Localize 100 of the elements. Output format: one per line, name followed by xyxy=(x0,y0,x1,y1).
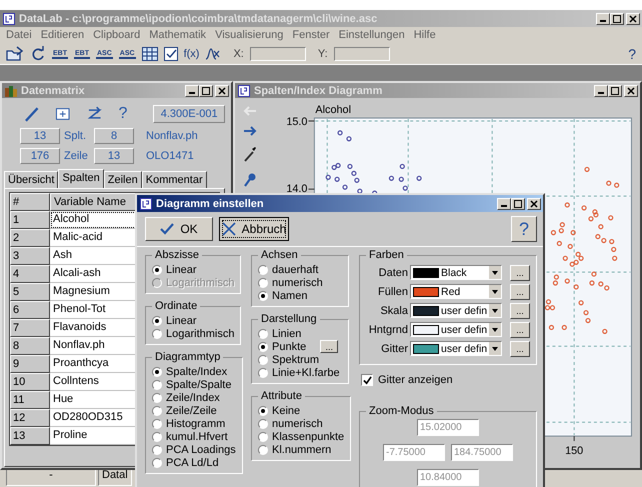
group-title: Ordinate xyxy=(154,300,198,312)
cancel-button[interactable]: Abbruch xyxy=(219,217,289,241)
radio-button[interactable] xyxy=(152,432,162,442)
menu-item[interactable]: Visualisierung xyxy=(215,29,284,42)
menu-item[interactable]: Hilfe xyxy=(414,29,436,42)
row-number-cell: 6 xyxy=(10,301,50,319)
color-dropdown[interactable]: user defin xyxy=(410,341,502,356)
color-label: Hntgrnd xyxy=(368,324,408,336)
radio-button[interactable] xyxy=(258,264,268,274)
options-button[interactable]: ... xyxy=(320,340,338,353)
forward-arrow-icon[interactable] xyxy=(242,126,257,136)
y-label: Y: xyxy=(318,48,328,60)
radio-button[interactable] xyxy=(258,328,268,338)
radio-button[interactable] xyxy=(258,368,268,378)
group-title: Achsen xyxy=(260,249,299,261)
row-number-cell: 4 xyxy=(10,265,50,283)
tab[interactable]: Kommentar xyxy=(142,171,207,188)
menu-item[interactable]: Datei xyxy=(6,29,32,42)
minimize-icon xyxy=(501,205,507,207)
app-icon xyxy=(238,84,250,96)
color-dropdown[interactable]: user defin xyxy=(410,322,502,337)
help-button[interactable]: ? xyxy=(511,216,537,242)
color-picker-button[interactable]: ... xyxy=(510,302,530,318)
image-icon[interactable] xyxy=(55,106,71,122)
color-picker-button[interactable]: ... xyxy=(510,264,530,280)
radio-button[interactable] xyxy=(152,418,162,428)
help-button[interactable]: ? xyxy=(118,105,128,123)
menu-item[interactable]: Fenster xyxy=(292,29,330,42)
radio-button[interactable] xyxy=(152,380,162,390)
index-field: 8 xyxy=(94,128,134,144)
dropdown-arrow-icon xyxy=(489,323,501,336)
row-number-cell: 11 xyxy=(10,391,50,409)
color-picker-button[interactable]: ... xyxy=(510,340,530,356)
radio-label: Spektrum xyxy=(272,354,320,366)
dropdown-arrow-icon xyxy=(489,304,501,317)
name-text: Nonflav.ph xyxy=(146,130,198,142)
maximize-icon xyxy=(611,86,619,94)
radio-button[interactable] xyxy=(258,290,268,300)
dropdown-arrow-icon xyxy=(489,266,501,279)
color-dropdown[interactable]: Black xyxy=(410,265,502,280)
radio-button[interactable] xyxy=(258,432,268,442)
ok-button[interactable]: OK xyxy=(145,217,213,241)
radio-button[interactable] xyxy=(258,418,268,428)
radio-label: Punkte xyxy=(272,340,306,352)
radio-label: dauerhaft xyxy=(272,264,318,276)
toolbar-button[interactable]: f(x) xyxy=(184,48,200,60)
color-label: Füllen xyxy=(377,286,408,298)
menu-item[interactable]: Clipboard xyxy=(93,29,140,42)
checkbox-icon[interactable] xyxy=(164,47,178,61)
checkbox[interactable] xyxy=(361,374,373,386)
menu-item[interactable]: Einstellungen xyxy=(338,29,405,42)
maximize-button[interactable] xyxy=(511,198,525,210)
pencil-icon[interactable] xyxy=(24,106,40,122)
color-dropdown[interactable]: Red xyxy=(410,284,502,299)
folder-icon[interactable] xyxy=(6,46,24,62)
row-number-cell: 12 xyxy=(10,409,50,427)
row-number-cell: 1 xyxy=(10,211,50,229)
radio-button[interactable] xyxy=(258,406,268,416)
radio-button[interactable] xyxy=(258,444,268,454)
app-icon xyxy=(140,198,152,210)
radio-button[interactable] xyxy=(152,264,162,274)
radio-button[interactable] xyxy=(152,444,162,454)
tab[interactable]: Zeilen xyxy=(104,171,142,188)
radio-label: Namen xyxy=(272,290,308,302)
close-icon xyxy=(530,200,538,208)
radio-button[interactable] xyxy=(258,342,268,352)
help-button[interactable]: ? xyxy=(628,46,636,62)
close-button[interactable] xyxy=(527,198,541,210)
radio-button[interactable] xyxy=(152,406,162,416)
y-coordinate-field[interactable] xyxy=(334,47,390,61)
table-icon[interactable] xyxy=(142,47,158,61)
color-label: Gitter xyxy=(380,342,408,354)
checkbox-label: Gitter anzeigen xyxy=(378,374,453,386)
radio-label: numerisch xyxy=(272,418,323,430)
row-number-cell: 8 xyxy=(10,337,50,355)
x-coordinate-field[interactable] xyxy=(250,47,306,61)
radio-button[interactable] xyxy=(258,354,268,364)
dropdown-arrow-icon xyxy=(489,285,501,298)
x-tick-label: 150 xyxy=(564,444,583,457)
key-icon[interactable] xyxy=(242,172,257,188)
close-icon xyxy=(218,86,226,94)
color-picker-button[interactable]: ... xyxy=(510,284,530,300)
radio-button[interactable] xyxy=(152,316,162,326)
pipette-icon[interactable] xyxy=(242,146,257,162)
color-picker-button[interactable]: ... xyxy=(510,322,530,338)
group-title: Attribute xyxy=(260,390,303,402)
radio-button[interactable] xyxy=(258,278,268,288)
refresh-icon[interactable] xyxy=(30,46,46,62)
radio-button[interactable] xyxy=(152,458,162,468)
radio-label: Kl.nummern xyxy=(272,444,332,456)
menu-item[interactable]: Mathematik xyxy=(149,29,206,42)
index-field: 13 xyxy=(94,148,134,164)
minimize-button[interactable] xyxy=(497,198,511,210)
peak-icon[interactable] xyxy=(205,47,222,61)
radio-button[interactable] xyxy=(152,328,162,338)
radio-button[interactable] xyxy=(152,392,162,402)
tab[interactable]: Spalten xyxy=(58,169,104,188)
menu-item[interactable]: Editieren xyxy=(40,29,84,42)
radio-button[interactable] xyxy=(152,366,162,376)
color-dropdown[interactable]: user defin xyxy=(410,303,502,318)
